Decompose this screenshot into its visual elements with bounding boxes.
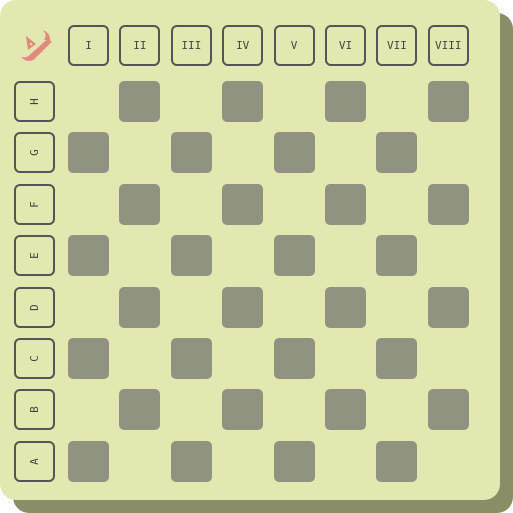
square-VI-C[interactable] bbox=[325, 338, 366, 379]
square-VIII-G[interactable] bbox=[428, 132, 469, 173]
square-VII-A[interactable] bbox=[376, 440, 418, 482]
square-VIII-B[interactable] bbox=[427, 389, 469, 431]
square-VII-C[interactable] bbox=[376, 338, 418, 379]
square-I-D[interactable] bbox=[68, 287, 109, 328]
column-label-III: III bbox=[170, 25, 212, 66]
square-V-E[interactable] bbox=[273, 235, 315, 277]
crown-logo-icon bbox=[19, 30, 53, 62]
square-II-H[interactable] bbox=[119, 81, 161, 122]
square-V-D[interactable] bbox=[274, 287, 315, 328]
square-I-B[interactable] bbox=[68, 389, 109, 430]
row-label-G: G bbox=[14, 132, 55, 174]
square-II-C[interactable] bbox=[119, 338, 160, 379]
square-IV-E[interactable] bbox=[222, 235, 263, 276]
square-VI-D[interactable] bbox=[325, 286, 366, 328]
column-label-IV: IV bbox=[222, 25, 264, 66]
column-label-text: I bbox=[85, 39, 92, 52]
row-label-text: H bbox=[28, 98, 41, 105]
row-label-H: H bbox=[14, 81, 55, 122]
square-III-D[interactable] bbox=[171, 287, 212, 328]
square-II-E[interactable] bbox=[119, 235, 160, 276]
square-V-F[interactable] bbox=[274, 184, 315, 225]
square-III-A[interactable] bbox=[170, 440, 212, 482]
row-label-C: C bbox=[14, 338, 55, 379]
square-IV-C[interactable] bbox=[222, 338, 263, 379]
square-V-B[interactable] bbox=[274, 389, 315, 430]
column-label-text: IV bbox=[236, 39, 250, 52]
square-VIII-H[interactable] bbox=[427, 81, 469, 122]
row-label-F: F bbox=[14, 183, 55, 225]
square-VIII-C[interactable] bbox=[428, 338, 469, 379]
row-label-text: B bbox=[28, 406, 41, 414]
square-I-E[interactable] bbox=[68, 235, 109, 277]
square-II-B[interactable] bbox=[119, 389, 161, 431]
square-VII-E[interactable] bbox=[376, 235, 418, 277]
square-III-B[interactable] bbox=[171, 389, 212, 430]
square-VIII-A[interactable] bbox=[428, 441, 469, 482]
column-label-II: II bbox=[119, 25, 161, 66]
row-label-A: A bbox=[14, 440, 55, 482]
column-label-VIII: VIII bbox=[427, 25, 469, 66]
square-VI-A[interactable] bbox=[325, 441, 366, 482]
square-V-H[interactable] bbox=[274, 81, 315, 122]
square-IV-D[interactable] bbox=[222, 286, 264, 328]
row-label-B: B bbox=[14, 389, 55, 431]
row-label-text: F bbox=[28, 200, 41, 208]
square-III-C[interactable] bbox=[170, 338, 212, 379]
square-VII-F[interactable] bbox=[376, 184, 417, 225]
row-label-E: E bbox=[14, 235, 55, 277]
square-VI-G[interactable] bbox=[325, 132, 366, 173]
column-label-VII: VII bbox=[376, 25, 418, 66]
column-label-VI: VI bbox=[325, 25, 366, 66]
square-II-D[interactable] bbox=[119, 286, 161, 328]
square-VIII-D[interactable] bbox=[427, 286, 469, 328]
square-VII-H[interactable] bbox=[376, 81, 417, 122]
square-I-H[interactable] bbox=[68, 81, 109, 122]
row-label-text: C bbox=[28, 355, 41, 362]
column-label-text: VIII bbox=[435, 39, 462, 52]
square-V-G[interactable] bbox=[273, 132, 315, 174]
square-I-C[interactable] bbox=[68, 338, 109, 379]
square-VIII-F[interactable] bbox=[427, 183, 469, 225]
square-IV-G[interactable] bbox=[222, 132, 263, 173]
square-III-F[interactable] bbox=[171, 184, 212, 225]
column-label-V: V bbox=[273, 25, 315, 66]
row-label-D: D bbox=[14, 286, 55, 328]
square-VI-F[interactable] bbox=[325, 183, 366, 225]
game-board: I II III IV V VI VII VIII H G F E D C B A bbox=[0, 0, 500, 500]
square-II-G[interactable] bbox=[119, 132, 160, 173]
column-label-text: VI bbox=[338, 39, 353, 52]
square-V-C[interactable] bbox=[273, 338, 315, 379]
column-label-text: V bbox=[290, 39, 298, 52]
square-VIII-E[interactable] bbox=[428, 235, 469, 276]
square-III-G[interactable] bbox=[170, 132, 212, 174]
column-label-I: I bbox=[68, 25, 109, 66]
square-I-G[interactable] bbox=[68, 132, 109, 174]
row-label-text: E bbox=[28, 252, 41, 259]
square-III-E[interactable] bbox=[170, 235, 212, 277]
square-VII-G[interactable] bbox=[376, 132, 418, 174]
square-IV-B[interactable] bbox=[222, 389, 264, 431]
square-VII-D[interactable] bbox=[376, 287, 417, 328]
column-label-text: II bbox=[133, 39, 147, 52]
row-label-text: D bbox=[28, 303, 41, 311]
square-IV-H[interactable] bbox=[222, 81, 264, 122]
square-VI-E[interactable] bbox=[325, 235, 366, 276]
square-II-A[interactable] bbox=[119, 441, 160, 482]
row-label-text: A bbox=[28, 457, 41, 465]
square-VI-B[interactable] bbox=[325, 389, 366, 431]
square-IV-A[interactable] bbox=[222, 441, 263, 482]
square-I-A[interactable] bbox=[68, 440, 109, 482]
square-I-F[interactable] bbox=[68, 184, 109, 225]
square-II-F[interactable] bbox=[119, 183, 161, 225]
square-III-H[interactable] bbox=[171, 81, 212, 122]
square-V-A[interactable] bbox=[273, 440, 315, 482]
square-IV-F[interactable] bbox=[222, 183, 264, 225]
square-VII-B[interactable] bbox=[376, 389, 417, 430]
square-VI-H[interactable] bbox=[325, 81, 366, 122]
column-label-text: VII bbox=[386, 39, 407, 52]
row-label-text: G bbox=[28, 149, 41, 157]
column-label-text: III bbox=[181, 39, 202, 52]
